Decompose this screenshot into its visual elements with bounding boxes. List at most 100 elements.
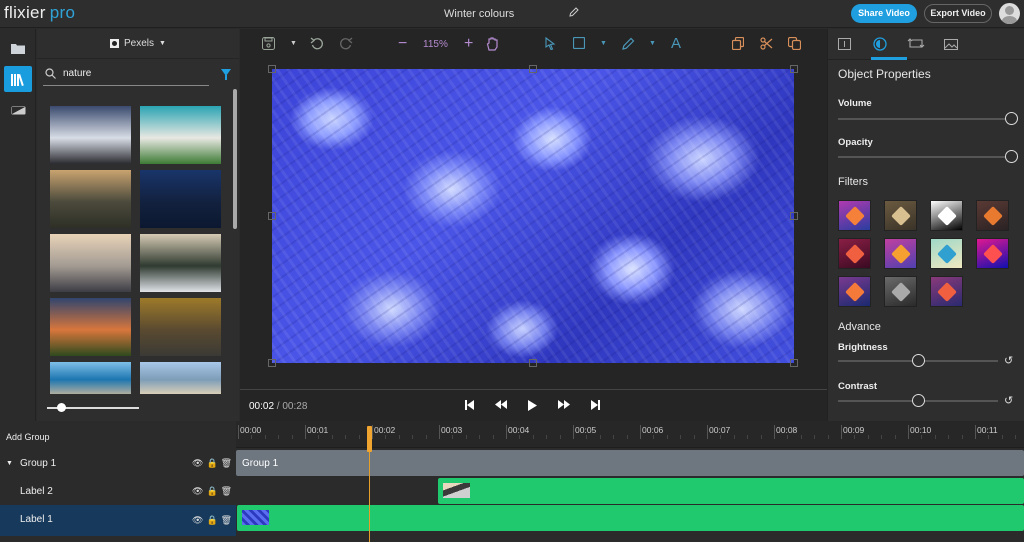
duplicate-icon[interactable] bbox=[731, 36, 745, 51]
brightness-slider[interactable] bbox=[838, 354, 998, 367]
opacity-slider-knob[interactable] bbox=[1005, 150, 1018, 163]
library-icon bbox=[11, 73, 24, 86]
delete-icon[interactable]: 🗑 bbox=[221, 515, 235, 525]
copy-icon[interactable] bbox=[787, 36, 802, 51]
contrast-slider-knob[interactable] bbox=[912, 394, 925, 407]
skip-end-icon[interactable] bbox=[591, 400, 600, 413]
opacity-slider[interactable] bbox=[838, 150, 1018, 163]
resize-handle-left[interactable] bbox=[268, 212, 276, 220]
delete-icon[interactable]: 🗑 bbox=[221, 458, 235, 468]
filter-1[interactable] bbox=[838, 200, 871, 231]
transform-icon[interactable] bbox=[907, 37, 925, 51]
filter-2[interactable] bbox=[884, 200, 917, 231]
layer-row-label-2[interactable]: Label 2 👁🔒🗑 bbox=[0, 478, 236, 505]
resize-handle-bottom[interactable] bbox=[529, 359, 537, 367]
zoom-out-icon[interactable]: − bbox=[398, 36, 407, 52]
volume-slider[interactable] bbox=[838, 112, 1018, 125]
filter-11[interactable] bbox=[930, 276, 963, 307]
filter-6[interactable] bbox=[884, 238, 917, 269]
clip-label-2[interactable] bbox=[438, 478, 1024, 504]
media-thumbnail-windmill-sunset[interactable] bbox=[50, 170, 131, 228]
media-source-dropdown[interactable]: Pexels ▼ bbox=[37, 29, 239, 59]
brightness-label: Brightness bbox=[838, 342, 888, 353]
media-scrollbar[interactable] bbox=[233, 89, 237, 229]
shape-options-chevron-icon[interactable]: ▼ bbox=[600, 37, 607, 51]
add-group-button[interactable]: Add Group bbox=[2, 428, 54, 446]
pencil-icon[interactable] bbox=[622, 37, 635, 51]
nav-folder[interactable] bbox=[4, 35, 32, 61]
rectangle-icon[interactable] bbox=[572, 36, 586, 51]
resize-handle-top-left[interactable] bbox=[268, 65, 276, 73]
lock-icon[interactable]: 🔒 bbox=[206, 458, 220, 468]
filter-4[interactable] bbox=[976, 200, 1009, 231]
clip-label-1[interactable] bbox=[237, 505, 1024, 531]
image-icon[interactable] bbox=[944, 37, 960, 51]
share-video-button[interactable]: Share Video bbox=[851, 4, 917, 23]
reset-contrast-icon[interactable]: ↺ bbox=[1004, 394, 1013, 407]
collapse-chevron-icon[interactable]: ▼ bbox=[6, 460, 13, 467]
adjust-icon[interactable] bbox=[873, 37, 889, 51]
export-video-button[interactable]: Export Video bbox=[924, 4, 992, 23]
play-icon[interactable] bbox=[528, 400, 537, 414]
media-thumbnail-autumn-road[interactable] bbox=[140, 298, 221, 356]
skip-start-icon[interactable] bbox=[465, 400, 474, 413]
media-thumbnail-mountain-lake-night[interactable] bbox=[140, 170, 221, 228]
resize-handle-top[interactable] bbox=[529, 65, 537, 73]
redo-icon[interactable] bbox=[339, 37, 353, 51]
nav-transitions[interactable] bbox=[4, 97, 32, 123]
media-thumbnail-aerial-coastline[interactable] bbox=[140, 106, 221, 164]
time-ruler[interactable]: 00:00 00:01 00:02 00:03 00:04 00:05 00:06 00:07… bbox=[236, 421, 1024, 448]
resize-handle-right[interactable] bbox=[790, 212, 798, 220]
zoom-in-icon[interactable]: + bbox=[464, 36, 473, 52]
visibility-icon[interactable]: 👁 bbox=[192, 458, 206, 468]
rewind-icon[interactable] bbox=[495, 400, 507, 412]
filter-3[interactable] bbox=[930, 200, 963, 231]
search-input[interactable] bbox=[63, 68, 203, 79]
group-track-bar[interactable]: Group 1 bbox=[236, 450, 1024, 476]
filter-8[interactable] bbox=[976, 238, 1009, 269]
lock-icon[interactable]: 🔒 bbox=[206, 486, 220, 496]
video-preview[interactable] bbox=[272, 69, 794, 363]
cut-icon[interactable] bbox=[760, 37, 773, 51]
filter-7[interactable] bbox=[930, 238, 963, 269]
edit-title-icon[interactable] bbox=[568, 6, 580, 20]
reset-brightness-icon[interactable]: ↺ bbox=[1004, 354, 1013, 367]
resize-handle-bottom-right[interactable] bbox=[790, 359, 798, 367]
brightness-slider-knob[interactable] bbox=[912, 354, 925, 367]
user-avatar[interactable] bbox=[999, 3, 1020, 24]
media-thumbnail-beach-horizon[interactable] bbox=[140, 362, 221, 394]
hand-icon[interactable] bbox=[486, 37, 499, 51]
fast-forward-icon[interactable] bbox=[558, 400, 570, 412]
media-thumbnail-snowy-forest-sunrise[interactable] bbox=[50, 234, 131, 292]
filter-10[interactable] bbox=[884, 276, 917, 307]
playhead-handle[interactable] bbox=[367, 426, 372, 452]
volume-slider-knob[interactable] bbox=[1005, 112, 1018, 125]
undo-icon[interactable] bbox=[310, 37, 324, 51]
media-thumbnail-sea-cliff[interactable] bbox=[50, 362, 131, 394]
save-options-chevron-icon[interactable]: ▼ bbox=[290, 37, 297, 51]
media-thumbnail-foggy-hills-forest[interactable] bbox=[140, 234, 221, 292]
filter-icon[interactable] bbox=[221, 69, 231, 80]
slider-knob[interactable] bbox=[56, 403, 66, 412]
select-icon[interactable] bbox=[545, 36, 556, 51]
visibility-icon[interactable]: 👁 bbox=[192, 486, 206, 496]
delete-icon[interactable]: 🗑 bbox=[221, 486, 235, 496]
media-thumbnail-mountain-night-sky[interactable] bbox=[50, 106, 131, 164]
layer-row-group-1[interactable]: ▼ Group 1 👁🔒🗑 bbox=[0, 450, 236, 477]
project-title[interactable]: Winter colours bbox=[444, 8, 514, 20]
lock-icon[interactable]: 🔒 bbox=[206, 515, 220, 525]
filter-5[interactable] bbox=[838, 238, 871, 269]
draw-options-chevron-icon[interactable]: ▼ bbox=[649, 37, 656, 51]
contrast-slider[interactable] bbox=[838, 394, 998, 407]
thumbnail-size-slider[interactable] bbox=[47, 403, 139, 412]
filter-9[interactable] bbox=[838, 276, 871, 307]
media-thumbnail-tree-sunset-field[interactable] bbox=[50, 298, 131, 356]
resize-handle-top-right[interactable] bbox=[790, 65, 798, 73]
layer-row-label-1[interactable]: Label 1 👁🔒🗑 bbox=[0, 505, 236, 536]
nav-library[interactable] bbox=[4, 66, 32, 92]
resize-handle-bottom-left[interactable] bbox=[268, 359, 276, 367]
text-icon[interactable]: A bbox=[671, 36, 681, 51]
save-icon[interactable] bbox=[262, 37, 275, 51]
visibility-icon[interactable]: 👁 bbox=[192, 515, 206, 525]
info-icon[interactable] bbox=[838, 37, 854, 51]
